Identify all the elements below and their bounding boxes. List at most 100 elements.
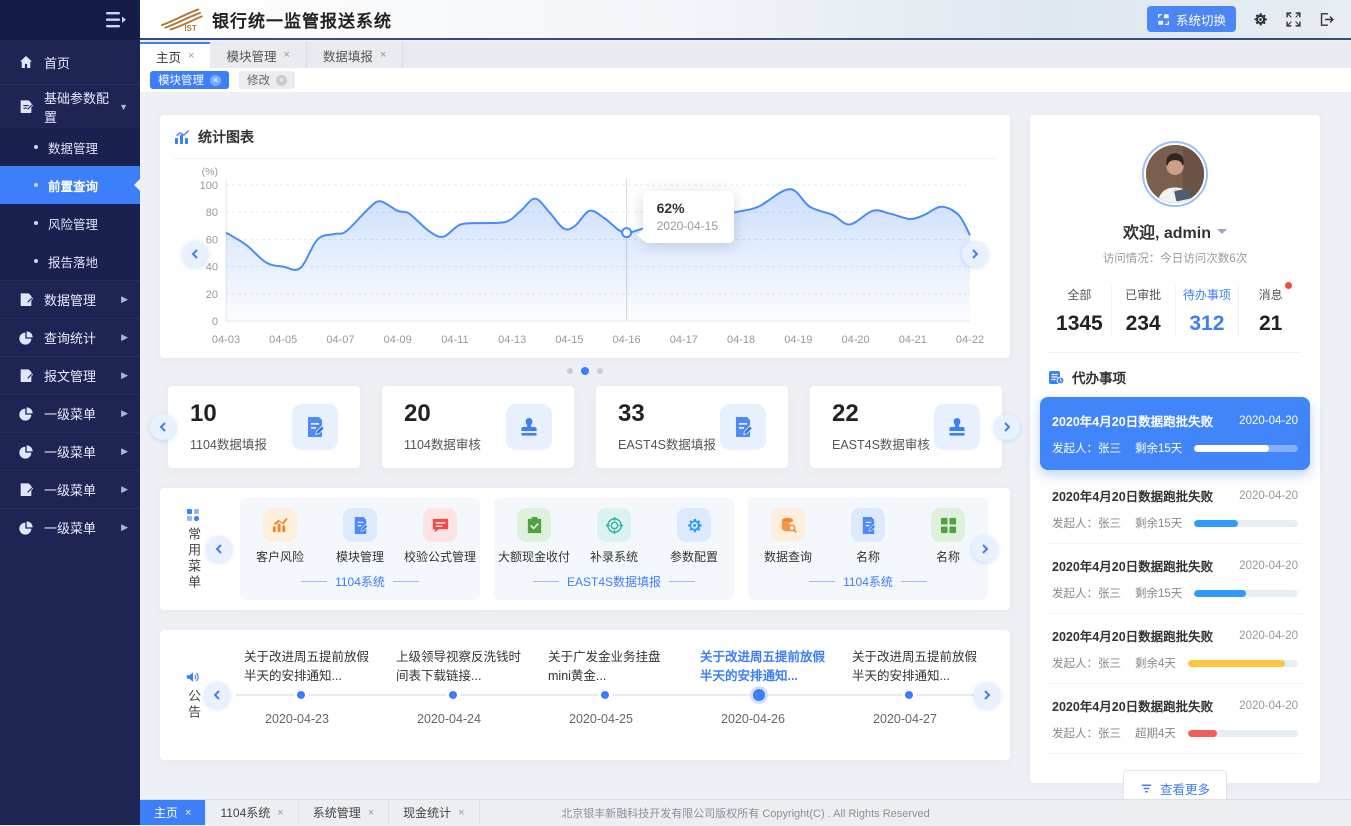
stat-label: 已审批 [1125, 286, 1161, 303]
close-icon[interactable] [368, 807, 374, 819]
stat-card-1104-review[interactable]: 20 1104数据审核 [382, 386, 574, 468]
collapse-menu-icon[interactable] [106, 12, 126, 28]
sidebar-item-level1-menu-2[interactable]: 一级菜单 ▶ [0, 432, 140, 470]
stat-card-east4s-review[interactable]: 22 EAST4S数据审核 [810, 386, 1002, 468]
bottom-tab-home[interactable]: 主页 [140, 800, 206, 825]
menu-item-param-config[interactable]: 参数配置 [656, 508, 732, 565]
view-more-label: 查看更多 [1160, 779, 1210, 798]
chart-next-button[interactable] [962, 241, 988, 267]
sidebar-item-home[interactable]: 首页 [0, 40, 140, 84]
sidebar-item-data-mgmt[interactable]: 数据管理 [0, 128, 140, 166]
bottom-tab-label: 系统管理 [313, 804, 361, 821]
sidebar-top [0, 0, 140, 40]
line-chart[interactable]: 020406080100(%)04-0304-0504-0704-0904-11… [174, 159, 996, 351]
chip-module-mgmt[interactable]: 模块管理 [150, 71, 229, 89]
menu-item-cash-payment[interactable]: 大额现金收付 [496, 508, 572, 565]
sidebar-item-level1-menu-1[interactable]: 一级菜单 ▶ [0, 394, 140, 432]
tab-home[interactable]: 主页 [140, 42, 210, 68]
close-icon[interactable] [283, 49, 289, 61]
stats-next-button[interactable] [994, 414, 1020, 440]
menu-item-label: 名称 [936, 548, 960, 565]
dot-3[interactable] [597, 368, 603, 374]
timeline-dot [601, 691, 609, 699]
speaker-icon [186, 670, 200, 684]
menu-item-data-query[interactable]: 数据查询 [750, 508, 826, 565]
close-icon[interactable] [277, 807, 283, 819]
todo-item[interactable]: 2020年4月20日数据跑批失败 2020-04-20 发起人：张三 超期4天 [1048, 684, 1302, 754]
announcement-item[interactable]: 上级领导视察反洗钱时间表下载链接... 2020-04-24 [388, 630, 540, 760]
notice-next-button[interactable] [974, 682, 1000, 708]
close-icon[interactable] [276, 75, 287, 86]
switch-icon [1157, 13, 1170, 26]
announcement-date: 2020-04-27 [844, 712, 966, 726]
close-icon[interactable] [458, 807, 464, 819]
announcement-label: 公告 [180, 670, 206, 721]
sidebar-item-level1-menu-4[interactable]: 一级菜单 ▶ [0, 508, 140, 546]
stats-prev-button[interactable] [150, 414, 176, 440]
quick-menu-next-button[interactable] [972, 536, 998, 562]
system-switch-button[interactable]: 系统切换 [1147, 6, 1236, 32]
welcome-row[interactable]: 欢迎, admin [1048, 219, 1302, 243]
sidebar-item-label: 一级菜单 [44, 518, 96, 537]
tab-data-fill[interactable]: 数据填报 [307, 42, 403, 68]
quick-menu-prev-button[interactable] [206, 536, 232, 562]
notice-prev-button[interactable] [204, 682, 230, 708]
menu-item-customer-risk[interactable]: 客户风险 [242, 508, 318, 565]
sidebar-item-query-stats[interactable]: 查询统计 ▶ [0, 318, 140, 356]
chip-modify[interactable]: 修改 [239, 71, 295, 89]
menu-grid-icon [186, 508, 200, 522]
todo-item[interactable]: 2020年4月20日数据跑批失败 2020-04-20 发起人：张三 剩余15天 [1048, 474, 1302, 544]
stamp-icon [506, 404, 552, 450]
sidebar-item-data-manage[interactable]: 数据管理 ▶ [0, 280, 140, 318]
announcement-item[interactable]: 关于广发金业务挂盘mini黄金... 2020-04-25 [540, 630, 692, 760]
stat-card-1104-fill[interactable]: 10 1104数据填报 [168, 386, 360, 468]
close-icon[interactable] [380, 49, 386, 61]
menu-item-name-1[interactable]: 名称 [830, 508, 906, 565]
tab-label: 主页 [156, 47, 181, 66]
stat-value: 33 [618, 401, 716, 427]
todo-date: 2020-04-20 [1239, 415, 1298, 427]
svg-text:04-18: 04-18 [727, 334, 755, 346]
close-icon[interactable] [188, 50, 194, 62]
todo-item[interactable]: 2020年4月20日数据跑批失败 2020-04-20 发起人：张三 剩余4天 [1048, 614, 1302, 684]
fullscreen-icon[interactable] [1285, 11, 1302, 28]
dot-2-active[interactable] [581, 367, 589, 375]
bottom-tab-1104[interactable]: 1104系统 [206, 800, 298, 825]
announcement-item[interactable]: 关于改进周五提前放假半天的安排通知... 2020-04-23 [236, 630, 388, 760]
bottom-tab-system-mgmt[interactable]: 系统管理 [299, 800, 389, 825]
gear-icon[interactable] [1252, 11, 1269, 28]
avatar[interactable] [1142, 141, 1208, 207]
menu-item-label: 大额现金收付 [498, 548, 570, 565]
sidebar-item-risk-mgmt[interactable]: 风险管理 [0, 204, 140, 242]
dot-1[interactable] [567, 368, 573, 374]
stat-card-east4s-fill[interactable]: 33 EAST4S数据填报 [596, 386, 788, 468]
menu-item-formula-mgmt[interactable]: 校验公式管理 [402, 508, 478, 565]
close-icon[interactable] [185, 807, 191, 819]
sidebar-group-base-params[interactable]: 基础参数配置 ▼ [0, 84, 140, 128]
announcement-item-active[interactable]: 关于改进周五提前放假半天的安排通知... 2020-04-26 [692, 630, 844, 760]
tab-module-mgmt[interactable]: 模块管理 [210, 42, 306, 68]
stat-todo[interactable]: 待办事项 312 [1175, 286, 1239, 336]
quick-menu-card: 常用菜单 客户风险 [160, 488, 1010, 610]
sidebar-item-message-mgmt[interactable]: 报文管理 ▶ [0, 356, 140, 394]
logout-icon[interactable] [1318, 11, 1335, 28]
sidebar-item-pre-query[interactable]: 前置查询 [0, 166, 140, 204]
stat-all[interactable]: 全部 1345 [1048, 286, 1111, 336]
sidebar-item-level1-menu-3[interactable]: 一级菜单 ▶ [0, 470, 140, 508]
timeline-dot [449, 691, 457, 699]
doc-pen-icon [18, 292, 34, 308]
todo-item-active[interactable]: 2020年4月20日数据跑批失败 2020-04-20 发起人：张三 剩余15天 [1040, 397, 1310, 470]
stat-messages[interactable]: 消息 21 [1238, 286, 1302, 336]
menu-item-supplement-system[interactable]: 补录系统 [576, 508, 652, 565]
menu-item-module-mgmt[interactable]: 模块管理 [322, 508, 398, 565]
close-icon[interactable] [210, 75, 221, 86]
quick-menu-label: 常用菜单 [180, 508, 206, 591]
sidebar-item-label: 一级菜单 [44, 442, 96, 461]
todo-title: 2020年4月20日数据跑批失败 [1052, 696, 1213, 715]
chart-prev-button[interactable] [182, 241, 208, 267]
bottom-tab-cash-stats[interactable]: 现金统计 [389, 800, 479, 825]
svg-text:04-07: 04-07 [326, 334, 354, 346]
sidebar-item-report-landing[interactable]: 报告落地 [0, 242, 140, 280]
todo-item[interactable]: 2020年4月20日数据跑批失败 2020-04-20 发起人：张三 剩余15天 [1048, 544, 1302, 614]
stat-approved[interactable]: 已审批 234 [1111, 286, 1175, 336]
